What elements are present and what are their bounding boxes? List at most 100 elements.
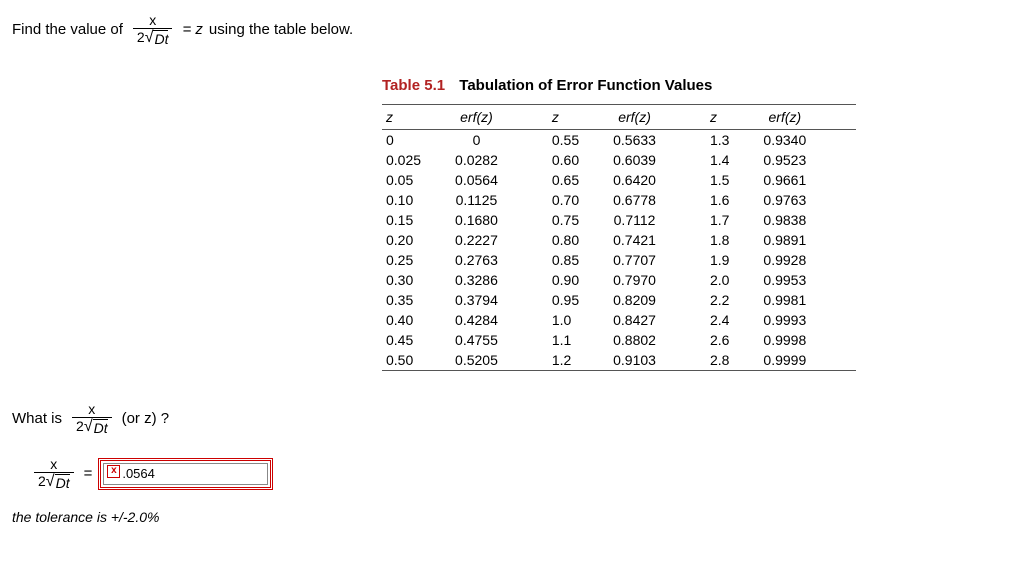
table-cell: 1.6 (706, 190, 759, 210)
col-header: z (548, 105, 609, 130)
incorrect-icon: x (107, 465, 120, 478)
erf-table: z erf(z) z erf(z) z erf(z) 000.550.56331… (382, 104, 856, 371)
col-header: z (382, 105, 451, 130)
table-number: Table 5.1 (382, 77, 445, 94)
table-cell: 0.6039 (609, 150, 706, 170)
sqrt-icon: √ (46, 473, 55, 491)
table-row: 0.0250.02820.600.60391.40.9523 (382, 150, 856, 170)
table-cell: 1.7 (706, 210, 759, 230)
col-header: erf(z) (759, 105, 856, 130)
table-cell: 0.6778 (609, 190, 706, 210)
table-title: Tabulation of Error Function Values (459, 77, 712, 94)
table-cell: 0.70 (548, 190, 609, 210)
table-body: 000.550.56331.30.93400.0250.02820.600.60… (382, 130, 856, 371)
table-row: 0.450.47551.10.88022.60.9998 (382, 330, 856, 350)
table-cell: 2.0 (706, 270, 759, 290)
table-caption: Table 5.1 Tabulation of Error Function V… (382, 77, 1012, 94)
table-cell: 0 (382, 130, 451, 151)
table-cell: 0 (451, 130, 548, 151)
table-cell: 0.9928 (759, 250, 856, 270)
tolerance-note: the tolerance is +/-2.0% (12, 509, 1012, 525)
table-header-row: z erf(z) z erf(z) z erf(z) (382, 105, 856, 130)
instruction-prefix: Find the value of (12, 21, 123, 38)
table-cell: 0.9998 (759, 330, 856, 350)
table-cell: 2.2 (706, 290, 759, 310)
table-cell: 0.8427 (609, 310, 706, 330)
table-cell: 0.9523 (759, 150, 856, 170)
table-cell: 0.9661 (759, 170, 856, 190)
table-row: 0.300.32860.900.79702.00.9953 (382, 270, 856, 290)
table-cell: 0.90 (548, 270, 609, 290)
table-cell: 2.8 (706, 350, 759, 371)
numerator: x (46, 456, 61, 472)
table-cell: 2.6 (706, 330, 759, 350)
table-cell: 0.65 (548, 170, 609, 190)
table-cell: 1.9 (706, 250, 759, 270)
table-cell: 1.5 (706, 170, 759, 190)
table-cell: 0.25 (382, 250, 451, 270)
table-row: 0.100.11250.700.67781.60.9763 (382, 190, 856, 210)
table-row: 0.150.16800.750.71121.70.9838 (382, 210, 856, 230)
table-cell: 0.6420 (609, 170, 706, 190)
table-cell: 0.10 (382, 190, 451, 210)
table-cell: 0.9763 (759, 190, 856, 210)
table-cell: 0.40 (382, 310, 451, 330)
table-cell: 0.0564 (451, 170, 548, 190)
table-cell: 0.9981 (759, 290, 856, 310)
sqrt-icon: √ (145, 29, 154, 47)
equals-sign: = (84, 465, 93, 482)
table-cell: 0.4284 (451, 310, 548, 330)
table-cell: 0.9838 (759, 210, 856, 230)
table-cell: 0.45 (382, 330, 451, 350)
table-row: 0.400.42841.00.84272.40.9993 (382, 310, 856, 330)
table-cell: 1.4 (706, 150, 759, 170)
denominator: 2√Dt (133, 28, 173, 47)
table-cell: 0.0282 (451, 150, 548, 170)
table-cell: 0.15 (382, 210, 451, 230)
question-line: What is x 2√Dt (or z) ? (12, 401, 1012, 436)
table-cell: 0.35 (382, 290, 451, 310)
table-cell: 0.55 (548, 130, 609, 151)
fraction-expr: x 2√Dt (133, 12, 173, 47)
table-cell: 0.8802 (609, 330, 706, 350)
numerator: x (145, 12, 160, 28)
table-cell: 0.20 (382, 230, 451, 250)
table-cell: 1.3 (706, 130, 759, 151)
table-cell: 1.2 (548, 350, 609, 371)
table-row: 0.050.05640.650.64201.50.9661 (382, 170, 856, 190)
table-row: 0.250.27630.850.77071.90.9928 (382, 250, 856, 270)
table-cell: 0.3794 (451, 290, 548, 310)
table-cell: 0.4755 (451, 330, 548, 350)
table-cell: 0.7421 (609, 230, 706, 250)
table-cell: 0.5205 (451, 350, 548, 371)
table-cell: 0.5633 (609, 130, 706, 151)
denominator: 2√Dt (34, 472, 74, 491)
instruction-line: Find the value of x 2√Dt = z using the t… (12, 12, 1012, 47)
table-cell: 0.7112 (609, 210, 706, 230)
table-cell: 0.7970 (609, 270, 706, 290)
table-cell: 0.30 (382, 270, 451, 290)
fraction-expr-3: x 2√Dt (34, 456, 74, 491)
table-cell: 2.4 (706, 310, 759, 330)
question-suffix: (or z) ? (122, 410, 170, 427)
table-cell: 0.2227 (451, 230, 548, 250)
table-cell: 0.60 (548, 150, 609, 170)
table-cell: 0.7707 (609, 250, 706, 270)
instruction-suffix: using the table below. (209, 21, 353, 38)
col-header: z (706, 105, 759, 130)
table-cell: 0.05 (382, 170, 451, 190)
denominator: 2√Dt (72, 417, 112, 436)
table-cell: 0.9891 (759, 230, 856, 250)
table-cell: 0.3286 (451, 270, 548, 290)
fraction-expr-2: x 2√Dt (72, 401, 112, 436)
answer-input[interactable] (103, 463, 268, 485)
col-header: erf(z) (451, 105, 548, 130)
table-row: 000.550.56331.30.9340 (382, 130, 856, 151)
table-cell: 0.9103 (609, 350, 706, 371)
table-cell: 0.75 (548, 210, 609, 230)
table-cell: 1.8 (706, 230, 759, 250)
table-cell: 0.1680 (451, 210, 548, 230)
answer-line: x 2√Dt = x (30, 456, 1012, 491)
answer-box: x (98, 458, 273, 490)
table-cell: 0.80 (548, 230, 609, 250)
